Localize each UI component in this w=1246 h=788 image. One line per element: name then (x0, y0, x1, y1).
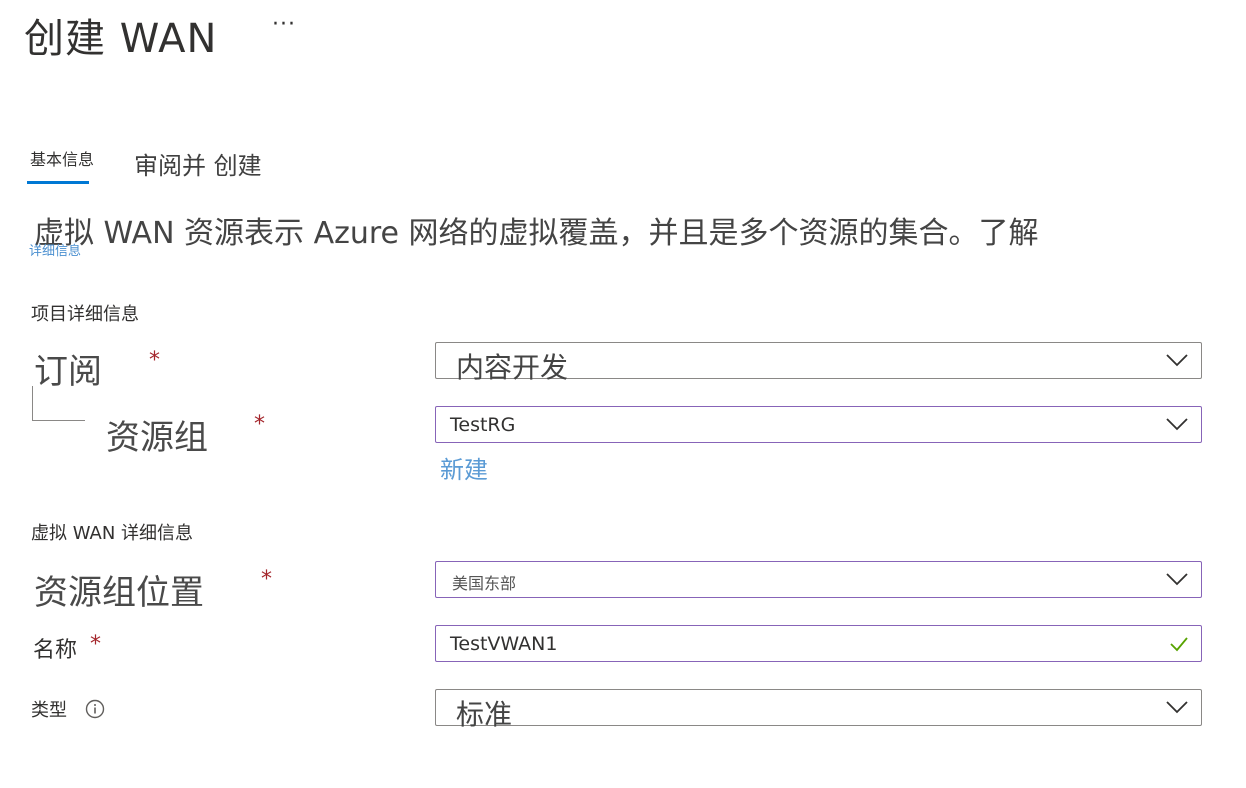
subscription-required-mark: * (149, 348, 160, 373)
learn-more-link[interactable]: 详细信息 (29, 240, 81, 259)
type-value: 标准 (456, 698, 513, 731)
name-label: 名称 (33, 638, 78, 663)
create-new-resource-group-link[interactable]: 新建 (440, 450, 488, 485)
page-description: 虚拟 WAN 资源表示 Azure 网络的虚拟覆盖，并且是多个资源的集合。了解 (34, 216, 1039, 251)
chevron-down-icon (1166, 354, 1188, 367)
resource-group-value: TestRG (450, 414, 516, 436)
name-input[interactable]: TestVWAN1 (435, 625, 1202, 662)
resource-group-dropdown[interactable]: TestRG (435, 406, 1202, 443)
location-dropdown[interactable]: 美国东部 (435, 561, 1202, 598)
name-required-mark: * (90, 632, 101, 657)
tab-basics[interactable]: 基本信息 (30, 146, 94, 170)
chevron-down-icon (1166, 418, 1188, 431)
location-label: 资源组位置 (34, 573, 204, 613)
subscription-dropdown[interactable]: 内容开发 (435, 342, 1202, 384)
name-value: TestVWAN1 (450, 633, 558, 655)
chevron-down-icon (1166, 701, 1188, 714)
resource-group-required-mark: * (254, 412, 265, 437)
checkmark-icon (1170, 637, 1188, 652)
resource-group-label: 资源组 (106, 418, 208, 458)
subscription-value: 内容开发 (456, 351, 569, 384)
tab-review-create[interactable]: 审阅并 创建 (134, 146, 262, 181)
tree-connector (32, 386, 85, 421)
wan-details-heading: 虚拟 WAN 详细信息 (31, 523, 194, 544)
location-value: 美国东部 (452, 574, 517, 593)
tab-selected-indicator (27, 181, 89, 184)
location-required-mark: * (261, 567, 272, 592)
project-details-heading: 项目详细信息 (31, 304, 139, 325)
more-actions-button[interactable]: ··· (272, 12, 296, 37)
type-dropdown[interactable]: 标准 (435, 689, 1202, 731)
chevron-down-icon (1166, 573, 1188, 586)
info-icon[interactable] (85, 699, 105, 719)
page-title: 创建 WAN (24, 16, 218, 62)
type-label: 类型 (31, 700, 67, 721)
